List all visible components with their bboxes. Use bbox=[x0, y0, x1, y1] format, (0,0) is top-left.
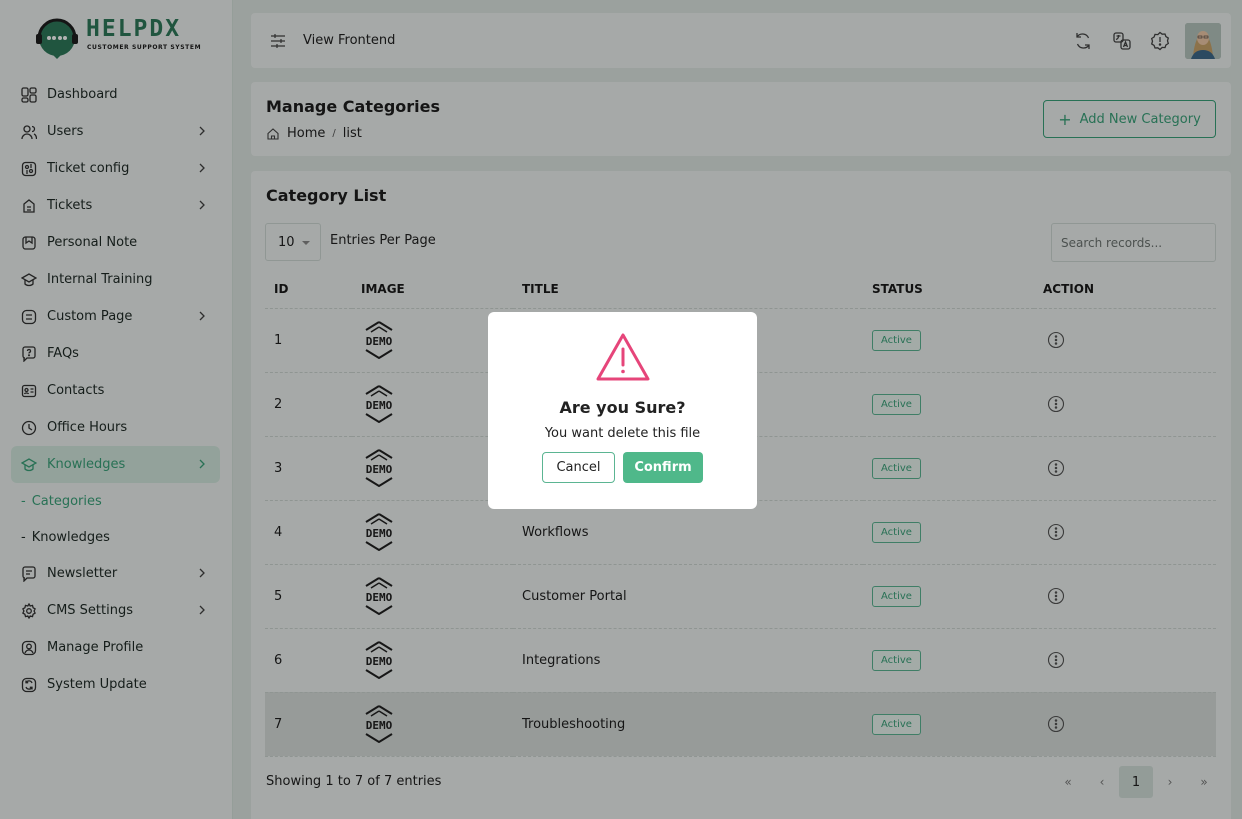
confirm-delete-dialog: Are you Sure? You want delete this file … bbox=[488, 312, 757, 509]
cancel-button[interactable]: Cancel bbox=[542, 452, 615, 483]
confirm-button[interactable]: Confirm bbox=[623, 452, 703, 483]
dialog-title: Are you Sure? bbox=[559, 398, 686, 417]
dialog-message: You want delete this file bbox=[544, 426, 701, 441]
warning-icon bbox=[596, 333, 650, 381]
